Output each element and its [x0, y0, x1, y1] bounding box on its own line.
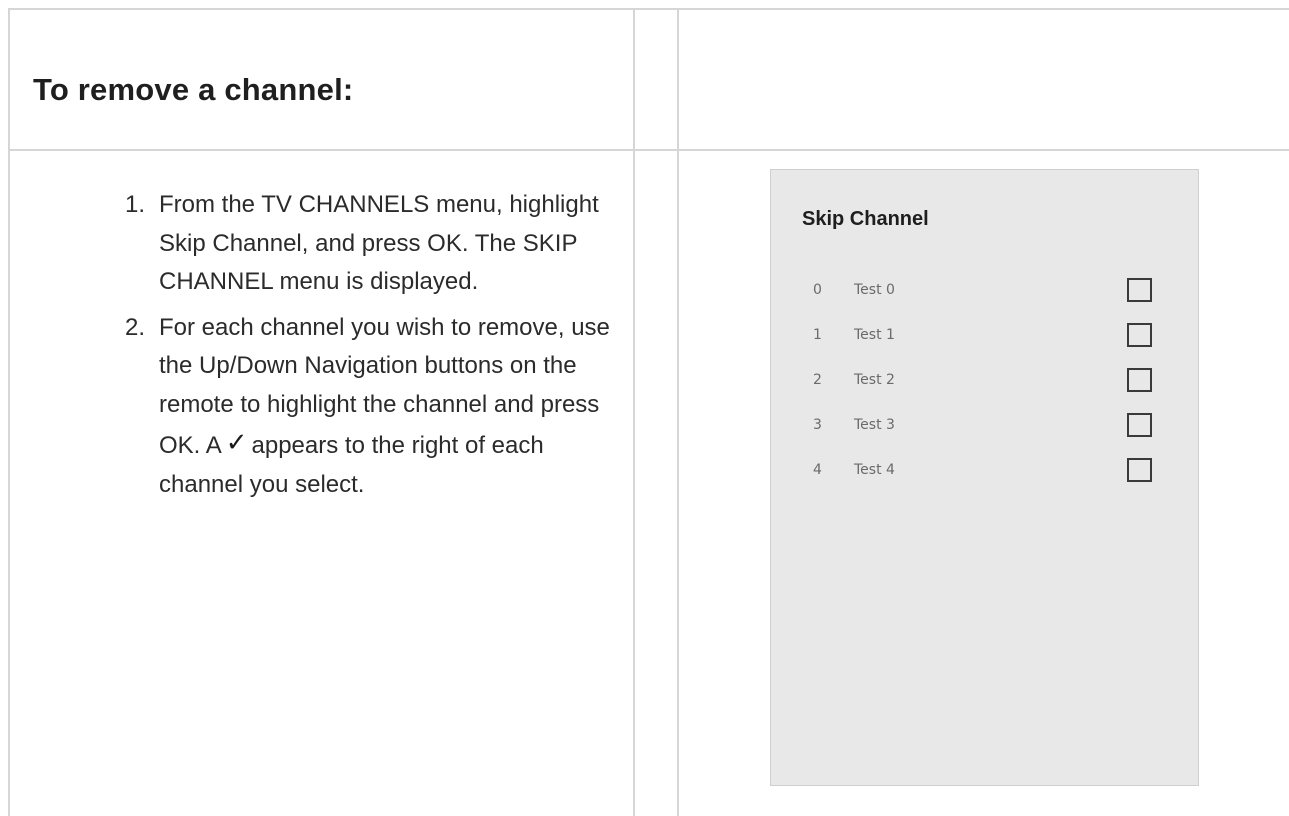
skip-checkbox[interactable]: [1127, 323, 1152, 347]
channel-number: 3: [813, 417, 822, 433]
table-column-divider: [677, 8, 679, 816]
channel-row[interactable]: 4 Test 4: [771, 456, 1198, 486]
channel-name: Test 3: [854, 417, 895, 433]
table-column-divider: [633, 8, 635, 816]
channel-number: 2: [813, 372, 822, 388]
section-heading: To remove a channel:: [33, 72, 354, 107]
channel-number: 1: [813, 327, 822, 343]
skip-channel-menu: Skip Channel 0 Test 0 1 Test 1 2 Test 2 …: [770, 169, 1199, 786]
channel-name: Test 4: [854, 462, 895, 478]
skip-checkbox[interactable]: [1127, 368, 1152, 392]
channel-row[interactable]: 3 Test 3: [771, 411, 1198, 441]
channel-number: 0: [813, 282, 822, 298]
checkmark-icon: ✓: [225, 428, 248, 458]
channel-row[interactable]: 1 Test 1: [771, 321, 1198, 351]
skip-checkbox[interactable]: [1127, 413, 1152, 437]
channel-row[interactable]: 2 Test 2: [771, 366, 1198, 396]
steps-list: 1. From the TV CHANNELS menu, highlight …: [125, 186, 625, 511]
step-number: 2.: [125, 313, 146, 341]
table-top-border: [8, 8, 1289, 10]
step-number: 1.: [125, 191, 146, 218]
channel-name: Test 1: [854, 327, 895, 343]
channel-name: Test 2: [854, 372, 895, 388]
step-text: From the TV CHANNELS menu, highlight Ski…: [159, 191, 599, 295]
step-item: 1. From the TV CHANNELS menu, highlight …: [125, 186, 625, 302]
table-left-border: [8, 8, 10, 816]
channel-number: 4: [813, 462, 822, 478]
menu-title: Skip Channel: [802, 208, 929, 230]
skip-checkbox[interactable]: [1127, 278, 1152, 302]
table-row-divider: [8, 149, 1289, 151]
channel-name: Test 0: [854, 282, 895, 298]
channel-row[interactable]: 0 Test 0: [771, 276, 1198, 306]
skip-checkbox[interactable]: [1127, 458, 1152, 482]
step-item: 2. For each channel you wish to remove, …: [125, 309, 625, 505]
